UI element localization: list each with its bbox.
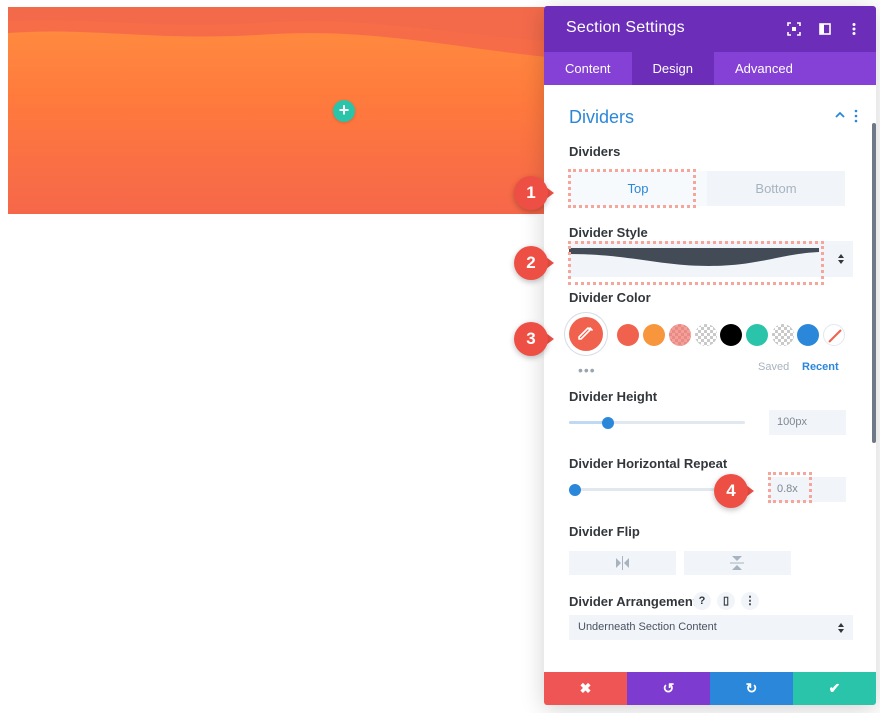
- settings-tabs: Content Design Advanced: [544, 52, 876, 85]
- saved-colors-tab[interactable]: Saved: [758, 361, 789, 373]
- divider-color-label: Divider Color: [569, 290, 651, 305]
- tab-advanced[interactable]: Advanced: [714, 52, 814, 85]
- focus-icon[interactable]: [786, 21, 802, 37]
- divider-style-label: Divider Style: [569, 225, 648, 240]
- section-preview[interactable]: +: [8, 7, 548, 214]
- swatch-none[interactable]: [823, 324, 845, 346]
- divider-arrangement-label: Divider Arrangement: [569, 594, 698, 609]
- section-settings-modal: Section Settings Content Design Advanced…: [544, 6, 876, 705]
- toggle-bottom[interactable]: Bottom: [707, 171, 845, 206]
- callout-4: 4: [714, 474, 748, 508]
- help-icon[interactable]: ?: [693, 592, 711, 610]
- split-view-icon[interactable]: [817, 21, 833, 37]
- add-row-button[interactable]: +: [333, 100, 355, 122]
- highlight-top-toggle: [568, 169, 696, 208]
- modal-title: Section Settings: [566, 19, 685, 36]
- group-more-icon[interactable]: [852, 109, 860, 123]
- swatch-transparent[interactable]: [695, 324, 717, 346]
- flip-vertical-button[interactable]: [684, 551, 791, 575]
- divider-flip-label: Divider Flip: [569, 524, 640, 539]
- divider-height-label: Divider Height: [569, 389, 658, 404]
- cancel-button[interactable]: ✖: [544, 672, 627, 705]
- swatch-orange[interactable]: [643, 324, 665, 346]
- redo-icon: ↻: [745, 680, 758, 696]
- eyedropper-icon: [578, 326, 594, 340]
- modal-footer: ✖ ↺ ↻ ✔: [544, 672, 876, 705]
- color-swatches: [569, 317, 849, 353]
- swatch-teal[interactable]: [746, 324, 768, 346]
- modal-header: Section Settings: [544, 6, 876, 52]
- callout-1: 1: [514, 176, 548, 210]
- divider-height-slider[interactable]: [569, 421, 745, 424]
- flip-horizontal-icon: [616, 556, 629, 570]
- highlight-repeat-input: [768, 472, 812, 503]
- check-icon: ✔: [828, 680, 841, 696]
- callout-3: 3: [514, 322, 548, 356]
- swatch-blue[interactable]: [797, 324, 819, 346]
- swatch-transparent-red[interactable]: [669, 324, 691, 346]
- close-icon: ✖: [579, 680, 592, 696]
- color-picker-button[interactable]: [569, 317, 603, 351]
- more-vertical-icon[interactable]: [846, 21, 862, 37]
- arrangement-more-icon[interactable]: ⋮: [741, 592, 759, 610]
- undo-button[interactable]: ↺: [627, 672, 710, 705]
- callout-2: 2: [514, 246, 548, 280]
- responsive-device-icon[interactable]: ▯: [717, 592, 735, 610]
- arrangement-select-arrows-icon: [838, 623, 844, 633]
- divider-arrangement-value: Underneath Section Content: [578, 621, 717, 633]
- divider-height-input[interactable]: 100px: [769, 410, 846, 435]
- plus-icon: +: [338, 100, 350, 120]
- top-divider-wave: [8, 7, 548, 57]
- divider-repeat-thumb[interactable]: [569, 484, 581, 496]
- divider-height-thumb[interactable]: [602, 417, 614, 429]
- group-title-dividers[interactable]: Dividers: [569, 107, 634, 128]
- swatch-transparent-2[interactable]: [772, 324, 794, 346]
- recent-colors-tab[interactable]: Recent: [802, 361, 839, 373]
- swatch-red[interactable]: [617, 324, 639, 346]
- highlight-divider-style: [568, 241, 824, 285]
- flip-horizontal-button[interactable]: [569, 551, 676, 575]
- divider-arrangement-select[interactable]: Underneath Section Content: [569, 615, 853, 640]
- no-color-icon: [828, 329, 842, 343]
- swatch-black[interactable]: [720, 324, 742, 346]
- more-colors-icon[interactable]: •••: [578, 362, 596, 378]
- divider-repeat-label: Divider Horizontal Repeat: [569, 456, 728, 471]
- redo-button[interactable]: ↻: [710, 672, 793, 705]
- save-button[interactable]: ✔: [793, 672, 876, 705]
- flip-vertical-icon: [730, 556, 744, 570]
- select-arrows-icon: [838, 254, 844, 264]
- scrollbar[interactable]: [872, 123, 876, 443]
- undo-icon: ↺: [662, 680, 675, 696]
- chevron-up-icon[interactable]: [834, 109, 846, 121]
- tab-content[interactable]: Content: [544, 52, 632, 85]
- tab-design[interactable]: Design: [631, 52, 715, 85]
- dividers-label: Dividers: [569, 144, 621, 159]
